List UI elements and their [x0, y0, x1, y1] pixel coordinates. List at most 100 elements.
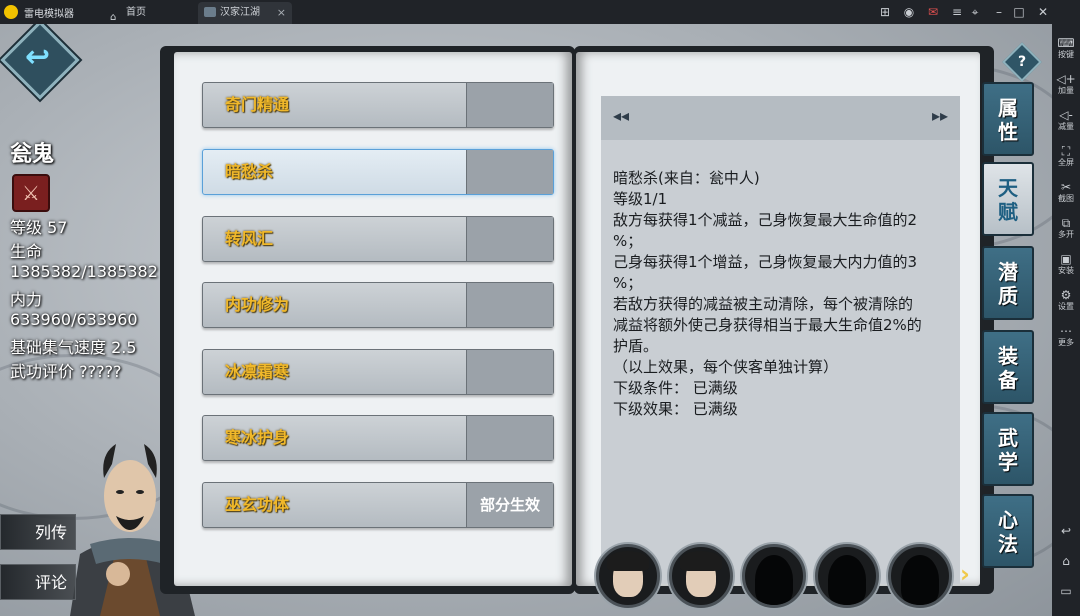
gamepad-icon[interactable]: ⊞	[876, 3, 894, 21]
desc-line: 等级1/1	[613, 190, 668, 208]
silhouette-icon	[901, 555, 939, 605]
sidebar-item-fullscreen[interactable]: ⛶ 全屏	[1052, 144, 1080, 168]
tab-label: 天赋	[998, 176, 1018, 224]
skill-row[interactable]: 寒冰护身	[202, 415, 554, 461]
more-icon: ⋯	[1060, 324, 1072, 338]
skill-name: 寒冰护身	[225, 428, 290, 447]
maximize-icon[interactable]: □	[1010, 3, 1028, 21]
sidebar-item-more[interactable]: ⋯ 更多	[1052, 324, 1080, 348]
skill-name: 转风汇	[225, 229, 274, 248]
locked-hero-avatar[interactable]	[815, 544, 879, 608]
silhouette-icon	[755, 555, 793, 605]
tab-talent[interactable]: 天赋	[982, 162, 1034, 236]
sidebar-label: 安装	[1058, 266, 1074, 275]
skill-status	[466, 150, 553, 194]
emulator-app-name: 雷电模拟器	[24, 9, 74, 20]
skill-row-selected[interactable]: 暗愁杀	[202, 149, 554, 195]
sidebar-label: 全屏	[1058, 158, 1074, 167]
desc-line: 减益将额外使己身获得相当于最大生命值2%的	[613, 316, 922, 334]
sidebar-item-keymap[interactable]: ⌨ 按键	[1052, 36, 1080, 60]
skill-name: 巫玄功体	[225, 495, 290, 514]
tab-equipment[interactable]: 装备	[982, 330, 1034, 404]
mail-icon[interactable]: ✉	[924, 3, 942, 21]
volume-down-icon: ◁-	[1059, 108, 1073, 122]
emulator-titlebar: 雷电模拟器 ⌂ 首页 汉家江湖 × ⊞ ◉ ✉ ≡ ⌖ – □ ✕	[0, 0, 1080, 24]
skill-row[interactable]: 冰凛霜寒	[202, 349, 554, 395]
skill-name: 冰凛霜寒	[225, 362, 290, 381]
skill-row[interactable]: 转风汇	[202, 216, 554, 262]
tab-potential[interactable]: 潜质	[982, 246, 1034, 320]
sidebar-label: 多开	[1058, 230, 1074, 239]
sidebar-item-settings[interactable]: ⚙ 设置	[1052, 288, 1080, 312]
sidebar-label: 减量	[1058, 122, 1074, 131]
detail-nav-bar: ◂◂ ▸▸	[601, 96, 960, 140]
next-page-arrow-icon[interactable]: ›	[960, 560, 970, 588]
next-arrow-icon[interactable]: ▸▸	[932, 106, 948, 125]
home-icon: ⌂	[1062, 554, 1070, 568]
multi-open-icon: ⧉	[1061, 216, 1071, 230]
talent-book: 奇门精通 暗愁杀 转风汇 内功修为 冰凛霜寒 寒冰护身 巫玄功体 部分生效 ◂◂…	[160, 46, 995, 596]
skill-row[interactable]: 巫玄功体 部分生效	[202, 482, 554, 528]
android-recents-button[interactable]: ▭	[1052, 584, 1080, 598]
sidebar-item-volume-up[interactable]: ◁+ 加量	[1052, 72, 1080, 96]
android-home-button[interactable]: ⌂	[1052, 554, 1080, 568]
sidebar-label: 设置	[1058, 302, 1074, 311]
tab-game[interactable]: 汉家江湖 ×	[198, 2, 292, 24]
close-tab-icon[interactable]: ×	[277, 2, 286, 24]
locked-hero-avatar[interactable]	[888, 544, 952, 608]
stat-level: 等级 57	[10, 218, 68, 237]
fullscreen-icon: ⛶	[1061, 144, 1071, 158]
hero-avatar[interactable]	[596, 544, 660, 608]
stat-qi-speed: 基础集气速度 2.5	[10, 338, 137, 357]
locked-hero-avatar[interactable]	[742, 544, 806, 608]
character-name: 瓮鬼	[10, 142, 55, 167]
biography-button-label: 列传	[34, 523, 67, 542]
user-icon[interactable]: ◉	[900, 3, 918, 21]
tab-attributes[interactable]: 属性	[982, 82, 1034, 156]
comment-button[interactable]: 评论	[0, 564, 76, 600]
biography-button[interactable]: 列传	[0, 514, 76, 550]
prev-arrow-icon[interactable]: ◂◂	[613, 106, 629, 125]
hero-hair	[607, 551, 649, 571]
close-window-icon[interactable]: ✕	[1034, 3, 1052, 21]
tab-label: 属性	[998, 96, 1018, 144]
tab-martial-arts[interactable]: 武学	[982, 412, 1034, 486]
desc-line: 护盾。	[613, 337, 659, 355]
silhouette-icon	[828, 555, 866, 605]
sidebar-item-install[interactable]: ▣ 安装	[1052, 252, 1080, 276]
skill-status	[466, 283, 553, 327]
menu-icon[interactable]: ≡	[948, 3, 966, 21]
desc-line: 若敌方获得的减益被主动清除，每个被清除的	[613, 295, 914, 313]
android-back-button[interactable]: ↩	[1052, 524, 1080, 538]
stat-mp-value: 633960/633960	[10, 310, 138, 329]
desc-line: 下级条件： 已满级	[613, 379, 738, 397]
tab-home[interactable]: ⌂ 首页	[104, 2, 196, 24]
minimize-icon[interactable]: –	[990, 3, 1008, 21]
keyboard-icon: ⌨	[1057, 36, 1075, 50]
volume-up-icon: ◁+	[1056, 72, 1076, 86]
skill-name: 内功修为	[225, 295, 290, 314]
skill-name: 暗愁杀	[225, 162, 274, 181]
tab-label: 潜质	[998, 260, 1018, 308]
gear-icon: ⚙	[1060, 288, 1072, 302]
pin-icon[interactable]: ⌖	[966, 3, 984, 21]
desc-line: 下级效果： 已满级	[613, 400, 738, 418]
skill-row[interactable]: 奇门精通	[202, 82, 554, 128]
crossed-swords-icon: ⚔	[12, 174, 50, 212]
hero-avatar[interactable]	[669, 544, 733, 608]
sidebar-label: 按键	[1058, 50, 1074, 59]
skill-name: 奇门精通	[225, 95, 290, 114]
sidebar-item-multi-open[interactable]: ⧉ 多开	[1052, 216, 1080, 240]
desc-line: （以上效果，每个侠客单独计算）	[613, 358, 839, 376]
tab-mind-method[interactable]: 心法	[982, 494, 1034, 568]
emulator-sidebar: ⌨ 按键 ◁+ 加量 ◁- 减量 ⛶ 全屏 ✂ 截图 ⧉ 多开 ▣ 安装 ⚙ 设…	[1052, 24, 1080, 616]
stat-hp-value: 1385382/1385382	[10, 262, 158, 281]
back-button[interactable]: ↩	[0, 24, 80, 100]
back-arrow-icon: ↩	[1060, 524, 1072, 538]
sidebar-item-volume-down[interactable]: ◁- 减量	[1052, 108, 1080, 132]
sidebar-item-screenshot[interactable]: ✂ 截图	[1052, 180, 1080, 204]
skill-row[interactable]: 内功修为	[202, 282, 554, 328]
tab-label: 武学	[998, 426, 1018, 474]
skill-status: 部分生效	[466, 483, 553, 527]
apk-install-icon: ▣	[1060, 252, 1072, 266]
